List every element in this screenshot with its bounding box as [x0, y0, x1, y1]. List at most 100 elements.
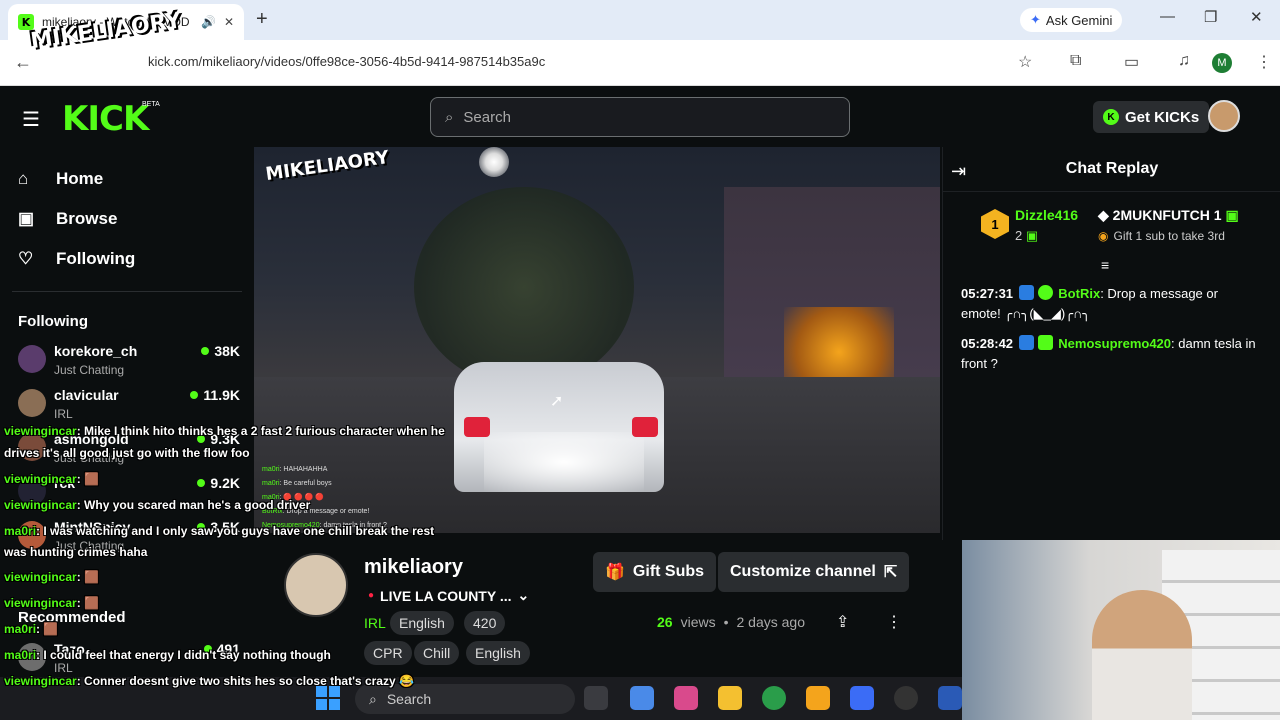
search-icon: ⌕: [445, 108, 454, 126]
live-dot-icon: [190, 391, 199, 399]
close-window-icon[interactable]: ✕: [1250, 8, 1263, 26]
task-view-icon[interactable]: [584, 686, 608, 710]
word-icon[interactable]: [938, 686, 962, 710]
tag-chip[interactable]: 420: [464, 611, 506, 635]
video-chat-line: ma0ri: Be careful boys: [262, 477, 387, 491]
video-age: 2 days ago: [736, 614, 806, 630]
rank-3-icon: ◉: [1098, 229, 1109, 243]
extensions-icon[interactable]: ⧉: [1070, 52, 1081, 70]
gift-leader-name[interactable]: Dizzle416: [1015, 207, 1078, 223]
video-scene-tree: [414, 187, 634, 387]
overlay-chat-line: was hunting crimes haha: [4, 545, 147, 559]
overlay-chat-line: viewingincar: 🟫: [4, 570, 99, 584]
copilot-icon[interactable]: [630, 686, 654, 710]
tag-chip[interactable]: English: [390, 611, 454, 635]
search-input[interactable]: ⌕ Search: [430, 97, 850, 137]
windows-start-icon[interactable]: [316, 686, 340, 710]
tag-chip[interactable]: Chill: [414, 641, 460, 665]
chat-message: 05:28:42 Nemosupremo420: damn tesla in f…: [961, 334, 1261, 374]
restore-icon[interactable]: ❐: [1204, 8, 1217, 26]
sidebar-item-label: Browse: [56, 209, 118, 228]
chat-username[interactable]: Nemosupremo420: [1058, 336, 1171, 351]
overlay-chat-user: ma0ri: [4, 524, 37, 538]
taskbar-search-label: Search: [386, 691, 432, 707]
overlay-chat-line: viewingincar: Mike I think hito thinks h…: [4, 424, 445, 438]
overlay-chat-text: : Why you scared man he's a good driver: [76, 498, 311, 512]
kicks-coin-icon: K: [1103, 109, 1119, 125]
tag-chip[interactable]: English: [466, 641, 530, 665]
overlay-chat-text: : 🟫: [76, 596, 99, 610]
gift-subs-button[interactable]: 🎁 Gift Subs: [593, 552, 717, 592]
close-tab-icon[interactable]: ✕: [224, 15, 234, 29]
following-channel[interactable]: korekore_ch Just Chatting 38K: [18, 343, 240, 383]
channel-avatar: [18, 389, 46, 417]
overlay-chat-user: viewingincar: [4, 498, 77, 512]
video-chat-text: : HAHAHAHHA: [279, 466, 328, 473]
gift-second-name-text: 2MUKNFUTCH: [1112, 207, 1210, 223]
overlay-chat-line: ma0ri: 🟫: [4, 622, 58, 636]
app-icon[interactable]: [850, 686, 874, 710]
overlay-chat-user: viewingincar: [4, 674, 77, 688]
sidebar-divider: [12, 291, 242, 292]
sidebar-item-following[interactable]: ♡ Following: [18, 249, 135, 269]
overlay-chat-text: : 🟫: [76, 472, 99, 486]
hamburger-menu-icon[interactable]: ☰: [22, 107, 40, 132]
new-tab-button[interactable]: +: [256, 8, 268, 31]
overlay-chat-user: viewingincar: [4, 424, 77, 438]
search-placeholder: Search: [463, 108, 511, 126]
following-channel[interactable]: clavicular IRL 11.9K: [18, 387, 240, 427]
chat-timestamp: 05:28:42: [961, 336, 1014, 351]
url-field[interactable]: kick.com/mikeliaory/videos/0ffe98ce-3056…: [148, 54, 545, 69]
search-icon: ⌕: [369, 690, 377, 707]
chat-username[interactable]: BotRix: [1058, 286, 1100, 301]
video-player[interactable]: MIKELIAORY ma0ri: HAHAHAHHA ma0ri: Be ca…: [254, 147, 940, 533]
overlay-chat-text: : Conner doesnt give two shits hes so cl…: [76, 674, 414, 688]
pinned-menu-icon[interactable]: ≡: [1101, 257, 1109, 273]
separator-dot: •: [723, 614, 729, 630]
app-icon[interactable]: [806, 686, 830, 710]
kick-logo[interactable]: KICK: [62, 99, 149, 139]
gemini-spark-icon: ✦: [1030, 12, 1041, 27]
video-chat-line: ma0ri: HAHAHAHHA: [262, 463, 387, 477]
menu-dots-icon[interactable]: ⋮: [1256, 52, 1272, 72]
following-section-title: Following: [18, 313, 88, 330]
app-icon[interactable]: [674, 686, 698, 710]
sidebar-item-home[interactable]: ⌂ Home: [18, 169, 103, 189]
live-dot-icon: [197, 479, 206, 487]
share-icon[interactable]: ⇪: [836, 612, 849, 632]
chat-timestamp: 05:27:31: [961, 286, 1014, 301]
ask-gemini-button[interactable]: ✦ Ask Gemini: [1020, 8, 1123, 32]
file-explorer-icon[interactable]: [718, 686, 742, 710]
channel-avatar-large[interactable]: [284, 553, 348, 617]
customize-channel-button[interactable]: Customize channel ⇱: [718, 552, 910, 592]
gift-leader-count: 2 ▣: [1015, 228, 1038, 244]
channel-name-title[interactable]: mikeliaory: [364, 556, 463, 579]
tag-chip[interactable]: CPR: [364, 641, 412, 665]
cast-icon[interactable]: ▭: [1124, 52, 1139, 72]
browser-tabbar: K mikeliaory - Watch the VOD 🔊 ✕ + ✦ Ask…: [0, 0, 1280, 40]
minimize-icon[interactable]: —: [1160, 8, 1175, 25]
gift-second-name[interactable]: ◆ 2MUKNFUTCH 1 ▣: [1098, 207, 1239, 224]
sidebar-item-browse[interactable]: ▣ Browse: [18, 209, 117, 229]
user-avatar[interactable]: [1208, 100, 1240, 132]
more-options-icon[interactable]: ⋮: [886, 612, 902, 632]
bookmark-star-icon[interactable]: ☆: [1018, 52, 1032, 72]
bot-badge-icon: [1018, 285, 1034, 300]
profile-avatar[interactable]: M: [1212, 53, 1232, 73]
viewer-count: 11.9K: [190, 387, 240, 403]
get-kicks-button[interactable]: K Get KICKs: [1093, 101, 1210, 133]
obs-icon[interactable]: [894, 686, 918, 710]
live-dot-icon: [201, 347, 210, 355]
speaker-icon[interactable]: 🔊: [201, 15, 216, 29]
site-header: ☰ KICK BETA ⌕ Search K Get KICKs: [0, 87, 1280, 147]
stream-category[interactable]: IRL: [364, 615, 386, 631]
viewer-count: 9.2K: [197, 475, 240, 491]
chevron-down-icon[interactable]: ⌄: [518, 587, 530, 604]
overlay-chat-user: ma0ri: [4, 622, 37, 636]
taskbar-search[interactable]: ⌕ Search: [355, 684, 575, 714]
media-control-icon[interactable]: ♫: [1178, 52, 1190, 70]
chrome-icon[interactable]: [762, 686, 786, 710]
back-icon[interactable]: ←: [14, 52, 32, 73]
beta-label: BETA: [142, 101, 160, 108]
video-scene-streetlight: [479, 147, 509, 177]
